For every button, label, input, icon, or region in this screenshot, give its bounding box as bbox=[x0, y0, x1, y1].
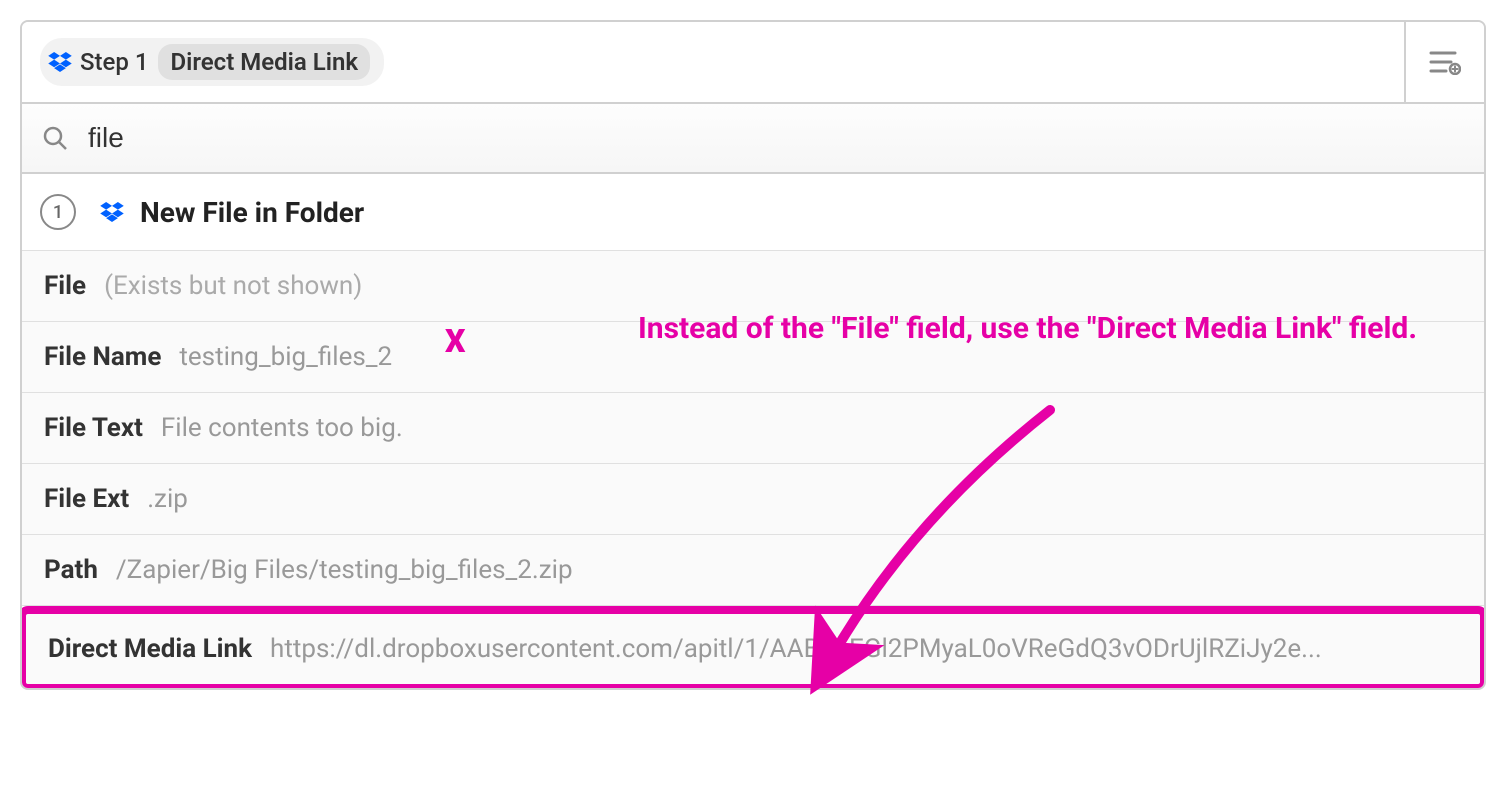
field-label: File Text bbox=[44, 413, 143, 443]
field-row-file-name[interactable]: File Name testing_big_files_2 bbox=[22, 322, 1484, 393]
add-field-button[interactable] bbox=[1404, 22, 1484, 102]
source-step-label: New File in Folder bbox=[140, 196, 364, 229]
search-input[interactable] bbox=[88, 122, 1464, 154]
field-row-file-ext[interactable]: File Ext .zip bbox=[22, 464, 1484, 535]
field-value: /Zapier/Big Files/testing_big_files_2.zi… bbox=[116, 555, 573, 585]
field-label: File Ext bbox=[44, 484, 129, 514]
pill-step-name: Direct Media Link bbox=[158, 44, 370, 80]
field-hint: (Exists but not shown) bbox=[104, 271, 362, 301]
field-label: File Name bbox=[44, 342, 161, 372]
panel-header: Step 1 Direct Media Link bbox=[22, 22, 1484, 104]
field-value: File contents too big. bbox=[161, 413, 403, 443]
search-row bbox=[22, 104, 1484, 174]
selected-field-pill[interactable]: Step 1 Direct Media Link bbox=[40, 38, 384, 86]
selected-field-pill-container: Step 1 Direct Media Link bbox=[22, 22, 1404, 102]
step-number-badge: 1 bbox=[40, 194, 76, 230]
search-icon bbox=[42, 125, 68, 151]
field-value: https://dl.dropboxusercontent.com/apitl/… bbox=[270, 634, 1322, 664]
source-step-row[interactable]: 1 New File in Folder bbox=[22, 174, 1484, 251]
field-value: .zip bbox=[147, 484, 188, 514]
field-value: testing_big_files_2 bbox=[179, 342, 392, 372]
dropbox-icon bbox=[100, 200, 124, 224]
field-label: Path bbox=[44, 555, 98, 585]
dropbox-icon bbox=[48, 50, 72, 74]
field-row-file[interactable]: File (Exists but not shown) bbox=[22, 251, 1484, 322]
field-label: File bbox=[44, 271, 86, 301]
field-picker-panel: Step 1 Direct Media Link bbox=[20, 20, 1486, 690]
field-label: Direct Media Link bbox=[48, 634, 252, 664]
field-row-file-text[interactable]: File Text File contents too big. bbox=[22, 393, 1484, 464]
pill-step-label: Step 1 bbox=[80, 48, 148, 76]
field-row-direct-media-link[interactable]: Direct Media Link https://dl.dropboxuser… bbox=[20, 606, 1486, 690]
field-row-path[interactable]: Path /Zapier/Big Files/testing_big_files… bbox=[22, 535, 1484, 606]
